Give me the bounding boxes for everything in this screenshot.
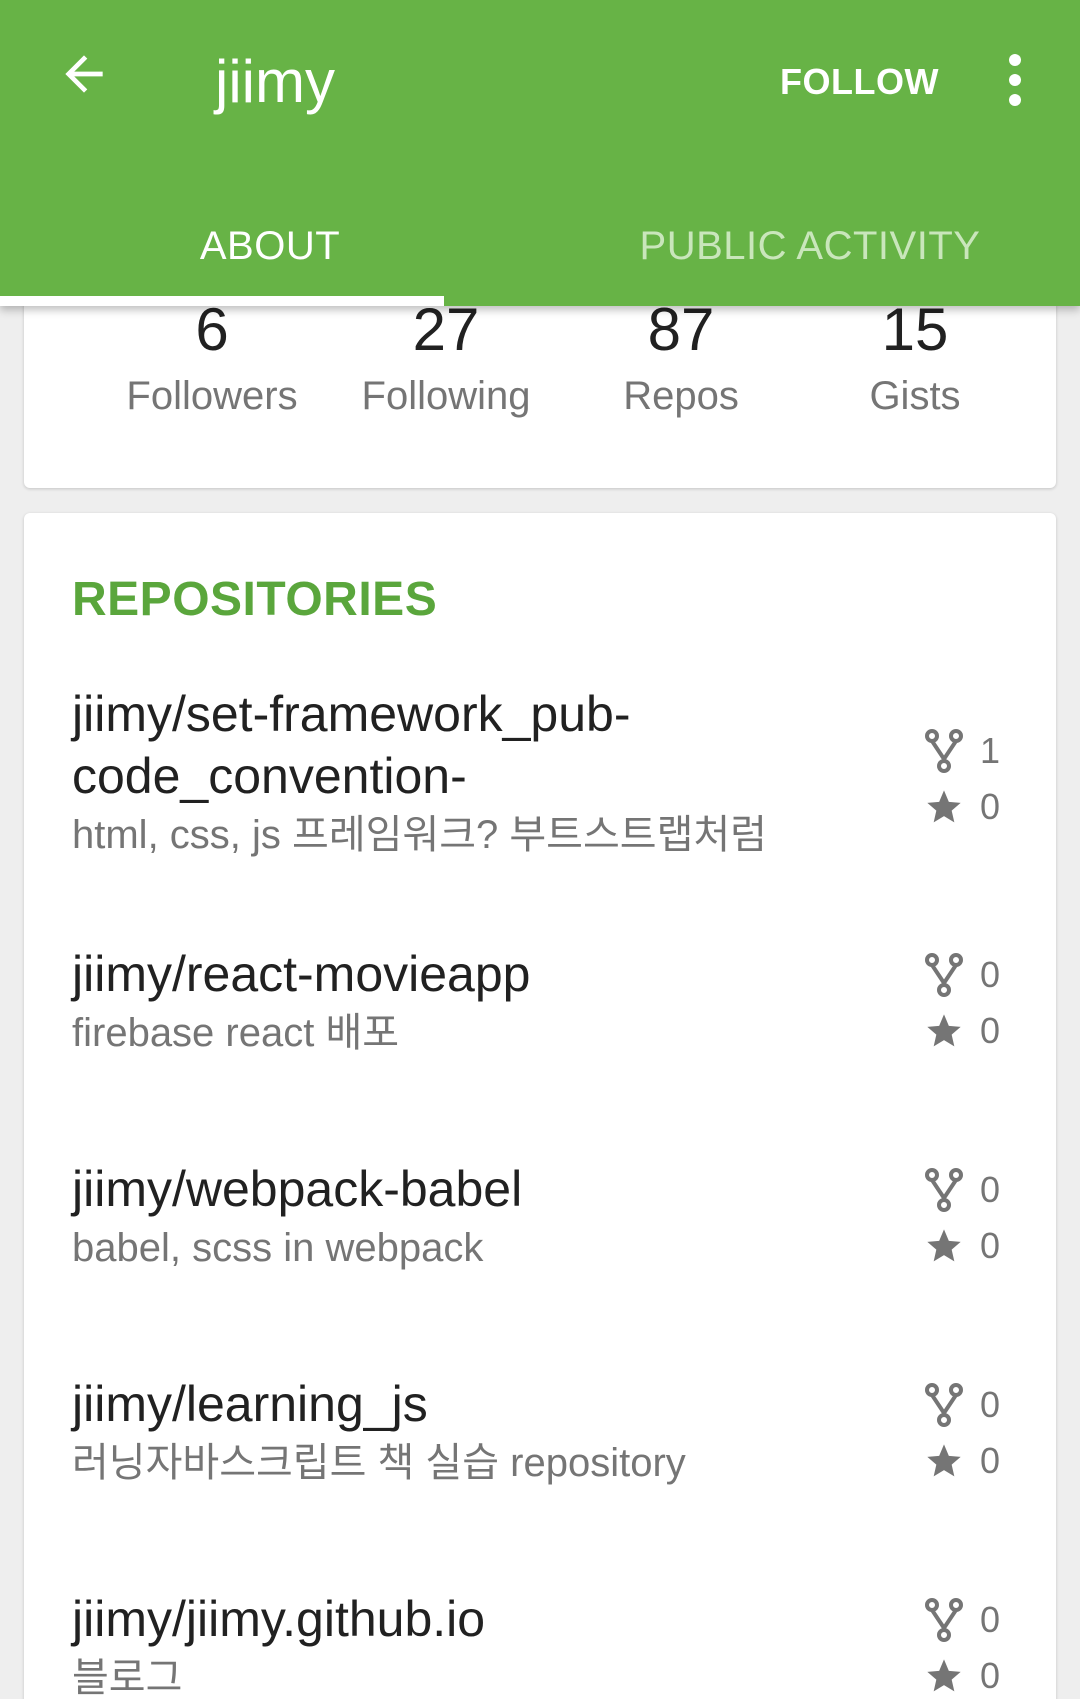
star-icon [922, 1439, 966, 1483]
stat-followers[interactable]: 6 Followers [95, 292, 329, 424]
repo-stats: 0 0 [922, 1592, 1012, 1699]
gists-label: Gists [869, 374, 961, 418]
fork-count: 0 [980, 1169, 1001, 1210]
back-button[interactable] [44, 36, 124, 116]
fork-count: 0 [980, 954, 1001, 995]
stat-following[interactable]: 27 Following [329, 292, 563, 424]
followers-label: Followers [126, 374, 298, 418]
follow-button[interactable]: FOLLOW [780, 52, 939, 112]
tab-indicator [0, 296, 444, 306]
fork-icon [922, 1383, 966, 1427]
fork-count: 0 [980, 1599, 1001, 1640]
star-stat: 0 [922, 1003, 1012, 1059]
repo-item[interactable]: jiimy/react-movieapp firebase react 배포 0… [72, 943, 1032, 1103]
arrow-left-icon [56, 46, 112, 107]
fork-icon [922, 729, 966, 773]
star-count: 0 [980, 1010, 1001, 1051]
fork-icon [922, 1168, 966, 1212]
fork-stat: 1 [922, 723, 1012, 779]
fork-icon [922, 1598, 966, 1642]
fork-stat: 0 [922, 1377, 1012, 1433]
repo-name: jiimy/set-framework_pub-code_convention- [72, 686, 631, 804]
star-stat: 0 [922, 1433, 1012, 1489]
repo-stats: 0 0 [922, 1377, 1012, 1489]
fork-count: 0 [980, 1384, 1001, 1425]
repo-stats: 0 0 [922, 947, 1012, 1059]
star-count: 0 [980, 1440, 1001, 1481]
repo-item[interactable]: jiimy/learning_js 러닝자바스크립트 책 실습 reposito… [72, 1373, 1032, 1533]
star-count: 0 [980, 786, 1001, 827]
repo-item[interactable]: jiimy/webpack-babel babel, scss in webpa… [72, 1158, 1032, 1318]
star-icon [922, 1654, 966, 1698]
user-profile-screen: 6 Followers 27 Following 87 Repos 15 Gis… [0, 0, 1080, 1699]
stat-repos[interactable]: 87 Repos [564, 292, 798, 424]
repo-description: html, css, js 프레임워크? 부트스트랩처럼 [72, 813, 767, 857]
page-title: jiimy [215, 48, 335, 115]
fork-count: 1 [980, 730, 1001, 771]
following-label: Following [361, 374, 531, 418]
repo-stats: 1 0 [922, 723, 1012, 835]
star-stat: 0 [922, 1648, 1012, 1699]
star-icon [922, 1224, 966, 1268]
more-vert-icon [1007, 53, 1023, 111]
repo-name: jiimy/webpack-babel [72, 1161, 523, 1217]
repo-description: 블로그 [72, 1656, 183, 1699]
repo-stats: 0 0 [922, 1162, 1012, 1274]
repositories-title: REPOSITORIES [72, 573, 438, 626]
repos-label: Repos [623, 374, 739, 418]
repo-description: firebase react 배포 [72, 1011, 400, 1055]
fork-stat: 0 [922, 947, 1012, 1003]
star-stat: 0 [922, 1218, 1012, 1274]
repositories-card: REPOSITORIES jiimy/set-framework_pub-cod… [24, 513, 1056, 1699]
repo-item[interactable]: jiimy/jiimy.github.io 블로그 0 0 [72, 1588, 1032, 1699]
repo-name: jiimy/learning_js [72, 1376, 428, 1432]
repo-name: jiimy/react-movieapp [72, 946, 531, 1002]
fork-stat: 0 [922, 1162, 1012, 1218]
star-count: 0 [980, 1225, 1001, 1266]
stat-gists[interactable]: 15 Gists [798, 292, 1032, 424]
fork-icon [922, 953, 966, 997]
repo-name: jiimy/jiimy.github.io [72, 1591, 486, 1647]
star-stat: 0 [922, 779, 1012, 835]
app-bar: jiimy FOLLOW ABOUT PUBLIC ACTIVITY [0, 0, 1080, 306]
fork-stat: 0 [922, 1592, 1012, 1648]
tab-about[interactable]: ABOUT [0, 186, 540, 306]
tab-bar: ABOUT PUBLIC ACTIVITY [0, 186, 1080, 306]
star-count: 0 [980, 1655, 1001, 1696]
star-icon [922, 1009, 966, 1053]
repo-description: babel, scss in webpack [72, 1226, 484, 1270]
star-icon [922, 785, 966, 829]
repo-item[interactable]: jiimy/set-framework_pub-code_convention-… [72, 683, 1032, 903]
repo-description: 러닝자바스크립트 책 실습 repository [72, 1441, 686, 1485]
tab-public-activity[interactable]: PUBLIC ACTIVITY [540, 186, 1080, 306]
more-options-button[interactable] [990, 42, 1040, 122]
